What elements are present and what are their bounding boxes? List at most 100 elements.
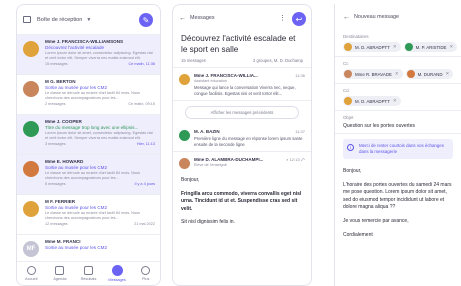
message-sender: M. A. BAZIN — [194, 129, 220, 135]
last-line: Sit nisl dignissim felis in. — [181, 219, 235, 226]
recipients-label: Destinataires — [343, 34, 369, 39]
remove-icon[interactable]: ✕ — [449, 44, 453, 50]
chevron-down-icon[interactable]: ▼ — [86, 17, 91, 23]
message-count: 15 messages — [45, 62, 68, 67]
calendar-icon — [55, 266, 65, 275]
thread-message[interactable]: Mme J. FRANCISCA-WILLIA... 11:36 Assista… — [173, 68, 311, 102]
message-date: Hier, 11:13 — [136, 142, 155, 147]
message-subject: Sortie au musée pour les CM2 — [45, 245, 108, 250]
inbox-message-row[interactable]: Mme E. HOWARD Sortie au musée pour les C… — [17, 155, 160, 195]
remove-icon[interactable]: ✕ — [395, 71, 399, 77]
pencil-icon: ✎ — [142, 15, 150, 25]
message-preview — [45, 251, 155, 260]
bold-paragraph: Fringilla arcu commodo, viverra convalli… — [181, 190, 302, 212]
message-subject: Sortie au musée pour les CM2 — [45, 205, 108, 210]
nav-item-accueil[interactable]: Accueil — [17, 262, 46, 285]
recipient-chip[interactable]: M. D. ABRADPTT ✕ — [343, 42, 401, 52]
greeting: Bonjour, — [343, 168, 362, 174]
more-options-icon[interactable]: ⋮ — [279, 14, 286, 22]
inbox-message-row[interactable]: Mme J. FRANCISCA-WILLIAMSONS Découvrez l… — [17, 35, 160, 75]
recipient-chip[interactable]: M. DURAND ✕ — [405, 69, 454, 79]
compose-button[interactable]: ✎ — [139, 13, 153, 27]
back-label[interactable]: Messages — [190, 15, 215, 21]
messages-icon — [111, 265, 123, 276]
recipients-field[interactable]: Destinataires M. D. ABRADPTT ✕ M. P. ARI… — [335, 30, 461, 57]
message-count: 2 messages — [45, 102, 66, 107]
message-count: 12 messages — [45, 222, 68, 227]
message-subject: Sortie au musée pour les CM2 — [45, 85, 108, 90]
cc-field[interactable]: Cc Mme R. BRAVADE ✕ M. DURAND ✕ — [335, 57, 461, 84]
recipient-chip[interactable]: M. D. ABRADPTT ✕ — [343, 96, 401, 106]
nav-item-résultats[interactable]: Résultats — [74, 262, 103, 285]
message-sender: Mme D. ALAMBRA-DUCHAMPI... — [194, 157, 264, 163]
nav-label: Agenda — [53, 277, 67, 281]
cc-label: Cc — [343, 61, 349, 66]
inbox-message-row[interactable]: M F. FERRIER Sortie au musée pour les CM… — [17, 195, 160, 235]
message-sender: Mme J. FRANCISCA-WILLIA... — [194, 73, 258, 78]
recipients-chips: M. D. ABRADPTT ✕ M. P. ARISTIDE ✕ — [343, 42, 458, 52]
body-paragraph: L'horaire des portes ouvertes du samedi … — [343, 181, 452, 211]
nav-label: Résultats — [80, 277, 97, 281]
home-icon — [26, 266, 36, 275]
message-body: Bonjour, Fringilla arcu commodo, viverra… — [173, 171, 311, 239]
avatar — [179, 74, 190, 85]
message-body-input[interactable]: Bonjour, L'horaire des portes ouvertes d… — [335, 164, 461, 249]
message-footer: 3 messages Hier, 11:13 — [45, 142, 155, 146]
reply-button[interactable]: ↩ — [292, 12, 306, 26]
inbox-message-row[interactable]: M G. BERTON Sortie au musée pour les CM2… — [17, 75, 160, 115]
message-footer: 2 messages Ce matin, 09:15 — [45, 102, 155, 106]
reply-small-icon[interactable]: ↶ — [301, 157, 305, 162]
message-subject: Sortie au musée pour les CM2 — [45, 165, 108, 170]
message-sender: M F. FERRIER — [45, 199, 76, 204]
cc-chips: Mme R. BRAVADE ✕ M. DURAND ✕ — [343, 69, 454, 79]
message-sender: Mme J. FRANCISCA-WILLIAMSONS — [45, 39, 124, 44]
subject-field[interactable]: Objet Question sur les portes ouvertes — [335, 111, 461, 134]
nav-item-plus[interactable]: Plus — [131, 262, 160, 285]
message-count: 5 messages — [45, 182, 66, 187]
inbox-icon — [23, 16, 31, 23]
show-previous-button[interactable]: Afficher les messages précédents — [185, 106, 299, 120]
recipient-chip[interactable]: M. P. ARISTIDE ✕ — [403, 42, 458, 52]
thread-title: Découvrez l'activité escalade et le spor… — [181, 34, 296, 54]
back-arrow-icon[interactable]: ← — [179, 15, 186, 22]
bcc-chips: M. D. ABRADPTT ✕ — [343, 96, 453, 106]
chip-label: M. DURAND — [417, 71, 443, 77]
back-arrow-icon[interactable]: ← — [343, 14, 350, 21]
message-subject: Découvrez l'activité escalade — [45, 45, 105, 50]
nav-item-agenda[interactable]: Agenda — [46, 262, 75, 285]
remove-icon[interactable]: ✕ — [393, 44, 397, 50]
bottom-navigation: Accueil Agenda Résultats Messages Plus — [17, 261, 160, 285]
greeting: Bonjour, — [181, 177, 200, 184]
closing-line: Cordialement — [343, 231, 373, 238]
message-footer: 15 messages Ce matin, 11:36 — [45, 62, 155, 66]
avatar — [23, 81, 39, 97]
inbox-message-row[interactable]: Mme J. COOPER Titre du message trop long… — [17, 115, 160, 155]
remove-icon[interactable]: ✕ — [446, 71, 450, 77]
chip-label: M. D. ABRADPTT — [355, 44, 390, 50]
inbox-title[interactable]: Boîte de réception — [37, 17, 82, 23]
avatar — [23, 41, 39, 57]
recipient-chip[interactable]: Mme R. BRAVADE ✕ — [343, 69, 403, 79]
avatar — [179, 130, 190, 142]
nav-item-messages[interactable]: Messages — [103, 262, 132, 285]
chip-label: M. P. ARISTIDE — [415, 44, 447, 50]
thread-participants[interactable]: 2 groupes, M. D. Duchamp — [253, 58, 303, 63]
message-sender: M G. BERTON — [45, 79, 76, 84]
message-date: Ce matin, 11:36 — [128, 62, 155, 67]
thread-message[interactable]: M. A. BAZIN 11:37 Première ligne du mess… — [173, 124, 311, 153]
bcc-field[interactable]: Cci M. D. ABRADPTT ✕ — [335, 84, 461, 111]
sender-role: Elève de l'enseigné — [194, 163, 227, 168]
message-date: Ce matin, 09:15 — [128, 102, 155, 107]
chip-label: M. D. ABRADPTT — [355, 98, 390, 104]
notice-text: Merci de rester courtois dans vos échang… — [359, 143, 444, 154]
message-footer: 12 messages 21 mai 2022 — [45, 222, 155, 226]
remove-icon[interactable]: ✕ — [393, 98, 397, 104]
avatar — [23, 161, 39, 177]
subject-input[interactable]: Question sur les portes ouvertes — [343, 123, 453, 129]
nav-label: Accueil — [25, 277, 38, 281]
compose-title: Nouveau message — [354, 14, 399, 20]
compose-header: ← Nouveau message — [335, 4, 461, 30]
avatar: MF — [23, 241, 39, 257]
message-footer: 5 messages Il y a 4 jours — [45, 182, 155, 186]
thread-header: ← Messages — [173, 5, 311, 31]
